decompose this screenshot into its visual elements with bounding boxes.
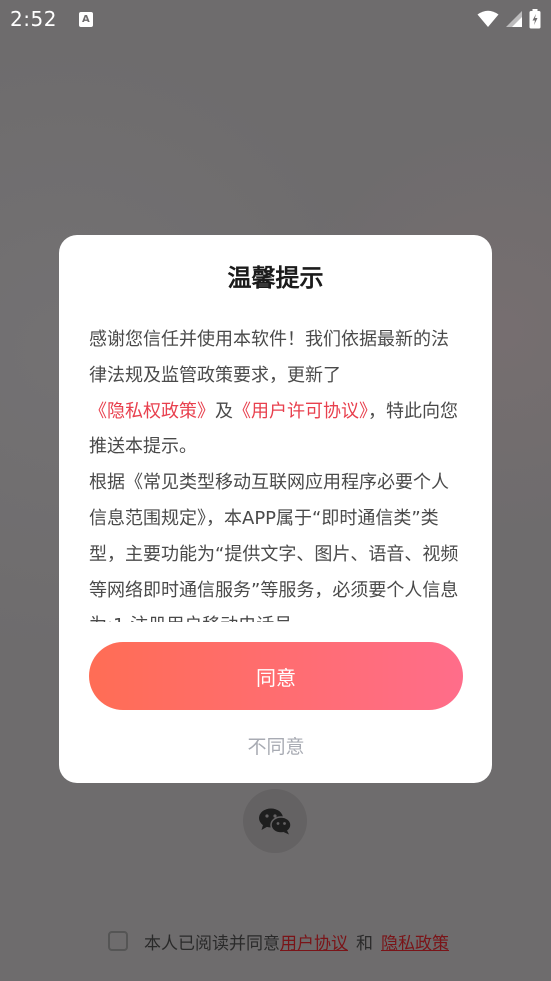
agreement-text: 本人已阅读并同意 bbox=[144, 933, 280, 954]
signal-icon bbox=[506, 11, 522, 27]
and-text: 和 bbox=[356, 933, 373, 954]
dialog-paragraph: 感谢您信任并使用本软件！我们依据最新的法律法规及监管政策要求，更新了《隐私权政策… bbox=[89, 322, 459, 465]
status-time: 2:52 bbox=[10, 7, 57, 31]
privacy-policy-link[interactable]: 隐私政策 bbox=[381, 929, 449, 954]
disagree-button[interactable]: 不同意 bbox=[89, 728, 463, 762]
agreement-row: 本人已阅读并同意 用户协议 和 隐私政策 bbox=[108, 928, 449, 954]
dialog-body[interactable]: 感谢您信任并使用本软件！我们依据最新的法律法规及监管政策要求，更新了《隐私权政策… bbox=[89, 322, 459, 622]
wechat-icon bbox=[259, 808, 292, 835]
dialog-title: 温馨提示 bbox=[227, 264, 324, 292]
status-icons bbox=[477, 9, 541, 29]
body-text: 及 bbox=[215, 400, 233, 422]
battery-icon bbox=[529, 9, 541, 29]
a-letter-icon: A bbox=[78, 11, 93, 27]
status-bar: 2:52 A bbox=[0, 0, 551, 38]
wifi-icon bbox=[477, 10, 499, 27]
privacy-policy-link[interactable]: 《隐私权政策》 bbox=[89, 401, 215, 422]
agree-button[interactable]: 同意 bbox=[89, 642, 463, 710]
wechat-login-button[interactable] bbox=[243, 789, 307, 853]
dialog-paragraph: 根据《常见类型移动互联网应用程序必要个人信息范围规定》，本APP属于“即时通信类… bbox=[89, 472, 459, 622]
body-text: 感谢您信任并使用本软件！我们依据最新的法律法规及监管政策要求，更新了 bbox=[89, 329, 449, 386]
agreement-checkbox[interactable] bbox=[108, 931, 128, 951]
user-agreement-link[interactable]: 用户协议 bbox=[280, 929, 348, 954]
user-license-link[interactable]: 《用户许可协议》 bbox=[233, 401, 368, 422]
